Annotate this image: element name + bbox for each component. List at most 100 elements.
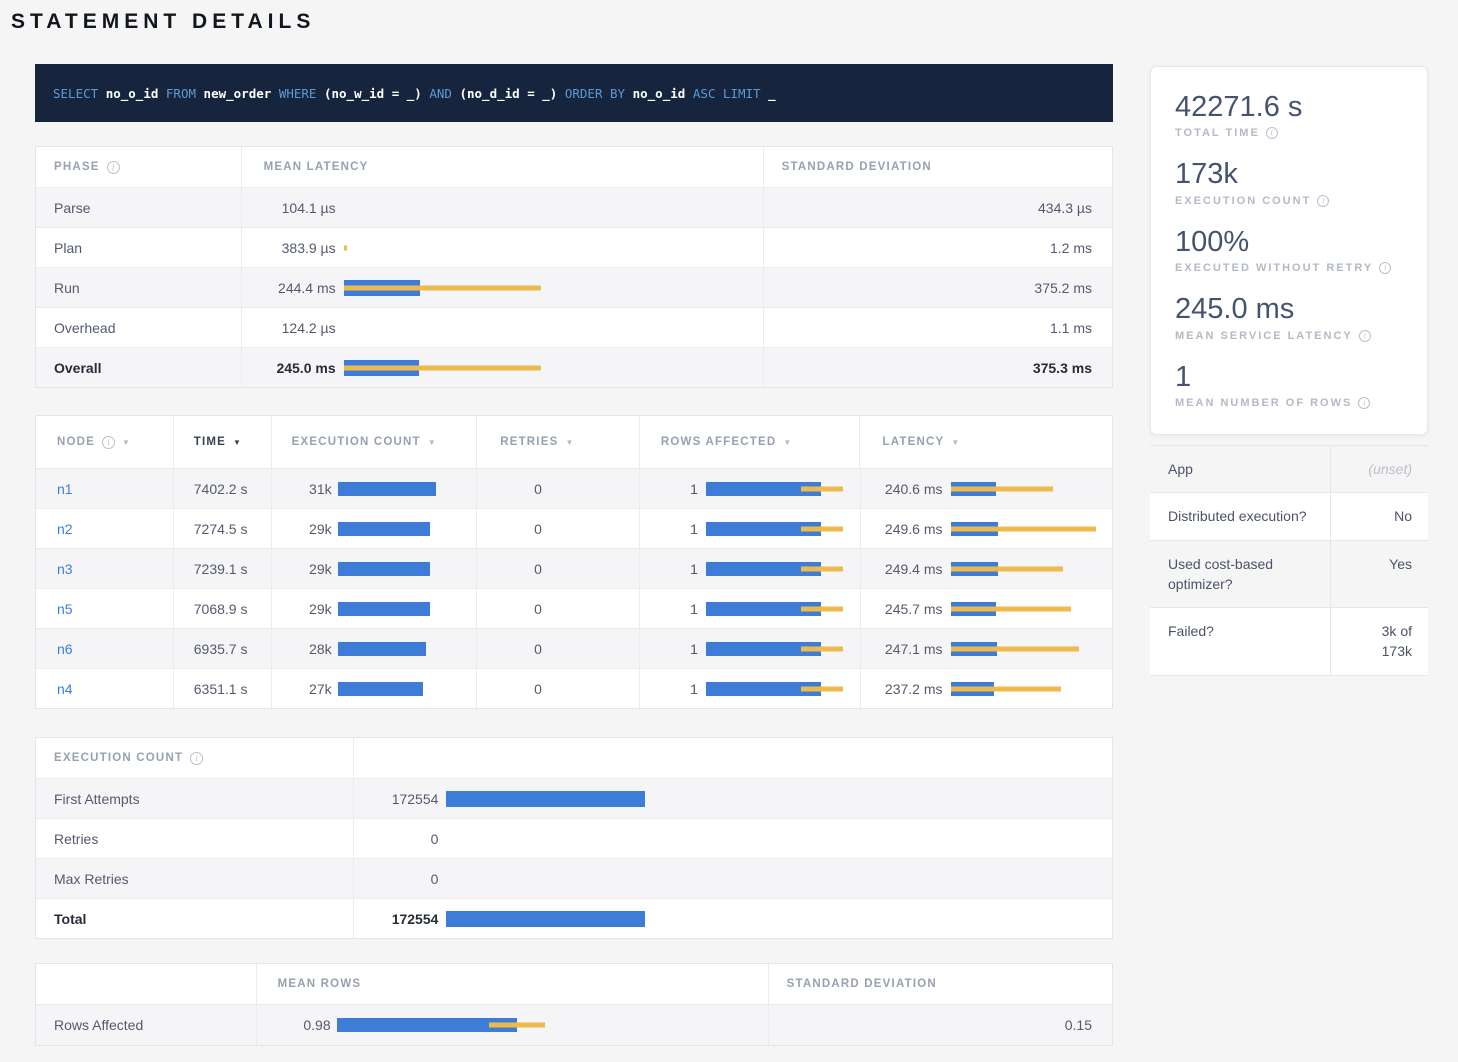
latency-bar — [951, 522, 1113, 536]
mean-latency-cell: 244.4 ms — [241, 268, 763, 307]
execution-count-value: 29k — [282, 521, 332, 537]
time-cell: 7274.5 s — [173, 509, 271, 548]
sort-caret-icon[interactable]: ▼ — [233, 438, 241, 447]
time-value: 7239.1 s — [194, 561, 248, 577]
node-link[interactable]: n3 — [57, 561, 73, 577]
retries-cell: 0 — [476, 589, 639, 628]
time-value: 6935.7 s — [194, 641, 248, 657]
bar-mean-segment — [338, 482, 436, 496]
info-icon[interactable]: i — [1317, 195, 1329, 207]
execution-count-table: EXECUTION COUNTi First Attempts172554Ret… — [35, 737, 1113, 939]
column-header-label: LATENCY — [882, 436, 944, 448]
info-icon[interactable]: i — [107, 161, 120, 174]
phase-name: Plan — [54, 240, 82, 256]
time-cell: 7402.2 s — [173, 469, 271, 508]
execution-count-bar — [446, 871, 1112, 887]
execution-count-bar — [338, 642, 477, 656]
detail-row-distributed-execution: Distributed execution?No — [1150, 493, 1428, 540]
stddev-value: 1.2 ms — [1050, 240, 1092, 256]
phase-row: Overhead124.2 µs1.1 ms — [36, 307, 1112, 347]
sql-token: (no_w_id = _) — [324, 86, 422, 101]
execution-row-value-cell: 0 — [353, 819, 1112, 858]
latency-value: 249.4 ms — [873, 561, 943, 577]
node-link[interactable]: n5 — [57, 601, 73, 617]
stat-label: EXECUTION COUNT i — [1175, 195, 1427, 207]
info-icon[interactable]: i — [1266, 127, 1278, 139]
execution-count-row: Total172554 — [36, 898, 1112, 938]
stat-label-text: TOTAL TIME — [1175, 127, 1260, 139]
node-link[interactable]: n4 — [57, 681, 73, 697]
execution-row-label: Max Retries — [54, 871, 129, 887]
sort-caret-icon[interactable]: ▼ — [428, 438, 436, 447]
info-icon[interactable]: i — [1359, 330, 1371, 342]
rows-affected-cell: 1 — [639, 669, 860, 708]
sort-caret-icon[interactable]: ▼ — [122, 438, 130, 447]
sort-caret-icon[interactable]: ▼ — [565, 438, 573, 447]
node-link[interactable]: n2 — [57, 521, 73, 537]
stat-label-text: EXECUTED WITHOUT RETRY — [1175, 262, 1373, 274]
rows-affected-value: 1 — [650, 521, 698, 537]
latency-value: 249.6 ms — [873, 521, 943, 537]
stat-value: 245.0 ms — [1175, 293, 1427, 325]
node-table-body: n17402.2 s31k01240.6 msn27274.5 s29k0124… — [36, 468, 1112, 708]
column-header-latency[interactable]: LATENCY ▼ — [859, 416, 1112, 468]
mean-latency-value: 383.9 µs — [264, 240, 336, 256]
execution-count-row: Retries0 — [36, 818, 1112, 858]
rows-affected-value: 1 — [650, 681, 698, 697]
sort-caret-icon[interactable]: ▼ — [951, 438, 959, 447]
summary-stat: 1MEAN NUMBER OF ROWSi — [1175, 361, 1427, 409]
column-header-node[interactable]: NODEi▼ — [36, 416, 173, 468]
info-icon[interactable]: i — [1379, 262, 1391, 274]
retries-value: 0 — [534, 561, 542, 577]
latency-value: 237.2 ms — [873, 681, 943, 697]
column-header-retries[interactable]: RETRIES▼ — [476, 416, 639, 468]
retries-cell: 0 — [476, 669, 639, 708]
execution-count-value: 28k — [282, 641, 332, 657]
stddev-value: 1.1 ms — [1050, 320, 1092, 336]
stddev-cell: 375.3 ms — [763, 348, 1112, 387]
latency-bar — [951, 642, 1113, 656]
detail-row-failed: Failed?3k of 173k — [1150, 608, 1428, 676]
retries-cell: 0 — [476, 509, 639, 548]
mean-rows-cell: 0.98 — [256, 1005, 768, 1045]
rows-affected-table-body: Rows Affected0.980.15 — [36, 1004, 1112, 1045]
node-link[interactable]: n1 — [57, 481, 73, 497]
sort-caret-icon[interactable]: ▼ — [783, 438, 791, 447]
mean-latency-bar — [344, 200, 763, 216]
column-header-rows-affected[interactable]: ROWS AFFECTED▼ — [639, 416, 860, 468]
latency-bar — [951, 682, 1113, 696]
execution-count-cell: 31k — [271, 469, 477, 508]
sql-token: FROM — [166, 86, 196, 101]
bar-mean-segment — [338, 522, 430, 536]
node-table: NODEi▼TIME▼EXECUTION COUNT▼RETRIES▼ROWS … — [35, 415, 1113, 709]
phase-name: Run — [54, 280, 80, 296]
detail-value: 3k of 173k — [1330, 608, 1428, 675]
latency-bar — [951, 482, 1113, 496]
bar-stddev-line — [951, 606, 1071, 611]
column-header-time[interactable]: TIME▼ — [173, 416, 271, 468]
time-cell: 7068.9 s — [173, 589, 271, 628]
bar-mean-segment — [446, 911, 645, 927]
stat-label-text: EXECUTION COUNT — [1175, 195, 1311, 207]
node-row: n2 7274.5 s 29k 01 249.6 ms — [36, 508, 1112, 548]
info-icon[interactable]: i — [1358, 397, 1370, 409]
bar-mean-segment — [338, 642, 426, 656]
stat-label: TOTAL TIME i — [1175, 127, 1427, 139]
bar-stddev-line — [951, 646, 1079, 651]
sql-token: AND — [429, 86, 452, 101]
info-icon[interactable]: i — [102, 436, 115, 449]
sql-token: LIMIT — [723, 86, 761, 101]
latency-bar — [951, 562, 1113, 576]
rows-affected-value: 1 — [650, 561, 698, 577]
column-header-execution-count[interactable]: EXECUTION COUNT▼ — [271, 416, 477, 468]
summary-stat: 173kEXECUTION COUNTi — [1175, 158, 1427, 206]
mean-latency-cell: 124.2 µs — [241, 308, 763, 347]
phase-row: Overall245.0 ms375.3 ms — [36, 347, 1112, 387]
rows-affected-value: 1 — [650, 601, 698, 617]
main-column: SELECT no_o_id FROM new_order WHERE (no_… — [35, 64, 1113, 1046]
node-link[interactable]: n6 — [57, 641, 73, 657]
retries-value: 0 — [534, 681, 542, 697]
rows-affected-value: 1 — [650, 481, 698, 497]
latency-cell: 249.6 ms — [860, 509, 1113, 548]
info-icon[interactable]: i — [190, 752, 203, 765]
